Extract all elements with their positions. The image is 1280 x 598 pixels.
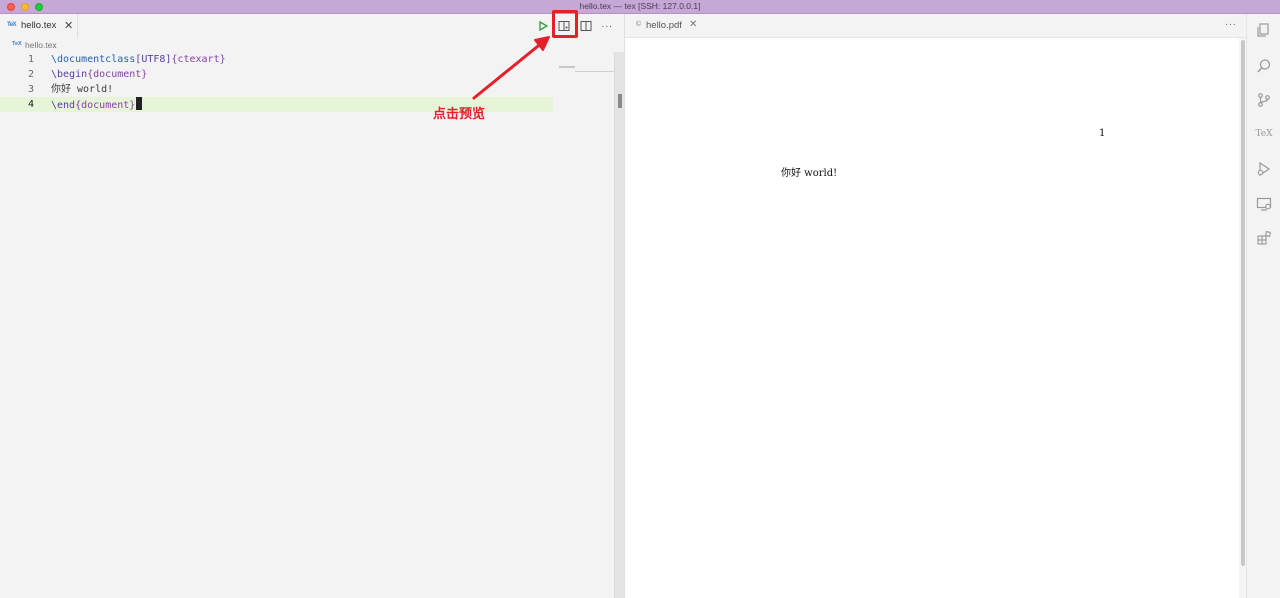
tab-hello-pdf[interactable]: © hello.pdf ✕	[625, 14, 705, 38]
latex-argument: {ctexart}	[171, 54, 226, 65]
annotation-highlight-box	[552, 10, 578, 38]
latex-command: \end	[51, 100, 76, 111]
split-editor-icon[interactable]	[579, 19, 593, 33]
close-tab-icon[interactable]: ✕	[689, 19, 697, 30]
scrollbar-thumb[interactable]	[618, 94, 622, 108]
more-actions-button[interactable]: ···	[1225, 19, 1237, 30]
pdf-file-icon: ©	[636, 21, 642, 28]
code-text: 你好 world!	[51, 84, 114, 95]
latex-argument: {document}	[75, 100, 136, 111]
editor-tab-bar: TeX hello.tex ✕ ···	[0, 14, 614, 38]
source-control-icon[interactable]	[1255, 91, 1273, 109]
left-editor-group: TeX hello.tex ✕ ··· TeX hello.tex 1 \doc…	[0, 14, 614, 598]
line-number: 2	[27, 69, 34, 80]
remote-explorer-icon[interactable]	[1255, 195, 1273, 213]
run-debug-icon[interactable]	[1255, 160, 1273, 178]
latex-command: \documentclass	[51, 54, 136, 65]
tex-file-icon: TeX	[7, 22, 17, 28]
tab-hello-tex[interactable]: TeX hello.tex ✕	[0, 14, 78, 38]
code-text: \end{document}	[51, 97, 143, 113]
more-actions-button[interactable]: ···	[600, 19, 614, 33]
search-icon[interactable]	[1255, 57, 1273, 75]
window-title: hello.tex — tex [SSH: 127.0.0.1]	[579, 1, 701, 11]
tab-label: hello.tex	[21, 20, 57, 31]
code-line[interactable]: 3 你好 world!	[0, 82, 553, 97]
title-bar: hello.tex — tex [SSH: 127.0.0.1]	[0, 0, 1280, 14]
minimap[interactable]	[559, 66, 575, 68]
breadcrumb-file[interactable]: hello.tex	[25, 40, 57, 50]
activity-bar: TeX	[1246, 14, 1280, 598]
tab-label: hello.pdf	[646, 20, 682, 31]
right-editor-group: © hello.pdf ✕ ··· 1 你好 world!	[624, 14, 1247, 598]
pdf-body-text: 你好 world!	[781, 168, 838, 179]
text-cursor	[136, 97, 143, 110]
minimap-divider	[575, 71, 614, 72]
latex-option: [UTF8]	[135, 54, 172, 65]
line-number: 1	[27, 54, 34, 65]
scrollbar-thumb[interactable]	[1241, 40, 1245, 566]
explorer-icon[interactable]	[1255, 21, 1273, 39]
line-number: 3	[27, 84, 34, 95]
code-line[interactable]: 1 \documentclass[UTF8]{ctexart}	[0, 52, 553, 67]
line-number: 4	[27, 99, 34, 110]
play-icon[interactable]	[536, 19, 550, 33]
latex-argument: {document}	[87, 69, 148, 80]
tex-file-icon: TeX	[12, 41, 22, 47]
code-text: \begin{document}	[51, 67, 147, 82]
editor-scrollbar[interactable]	[614, 52, 624, 598]
pdf-tab-bar: © hello.pdf ✕ ···	[625, 14, 1247, 38]
pdf-preview[interactable]: 1 你好 world!	[625, 38, 1239, 598]
code-text: \documentclass[UTF8]{ctexart}	[51, 52, 226, 67]
pdf-page-number: 1	[1099, 128, 1106, 139]
tex-icon[interactable]: TeX	[1255, 125, 1273, 143]
latex-command: \begin	[51, 69, 88, 80]
breadcrumb: TeX hello.tex	[0, 38, 614, 52]
code-line[interactable]: 2 \begin{document}	[0, 67, 553, 82]
extensions-icon[interactable]	[1255, 229, 1273, 247]
annotation-label: 点击预览	[433, 107, 486, 122]
close-tab-icon[interactable]: ✕	[64, 19, 73, 32]
